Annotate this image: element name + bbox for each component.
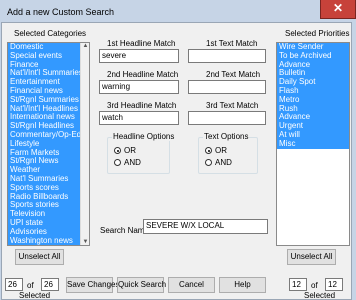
scroll-down-icon[interactable]: ▼ — [82, 239, 89, 245]
unselect-all-priorities-button[interactable]: Unselect All — [287, 249, 336, 265]
text-or-radio[interactable]: OR — [205, 146, 227, 155]
text-1-input[interactable] — [188, 49, 266, 63]
selected-categories-label: Selected Categories — [14, 29, 87, 38]
headline-2-label: 2nd Headline Match — [107, 70, 179, 79]
categories-selected-count: 26 — [5, 278, 23, 291]
radio-unchecked-icon — [205, 159, 212, 167]
radio-checked-icon — [114, 147, 121, 155]
dialog-client-area: Selected Categories Domestic Special even… — [1, 22, 352, 300]
priorities-selected-caption: Selected — [304, 291, 336, 300]
headline-and-radio[interactable]: AND — [114, 158, 141, 167]
categories-listbox[interactable]: Domestic Special events Finance Nat'l/Int'l… — [7, 42, 90, 246]
window-title: Add a new Custom Search — [7, 7, 115, 17]
text-3-input[interactable] — [188, 111, 266, 125]
text-3-label: 3rd Text Match — [206, 101, 259, 110]
priorities-total-count: 12 — [325, 278, 343, 291]
text-2-input[interactable] — [188, 80, 266, 94]
categories-scrollbar[interactable]: ▲ ▼ — [80, 43, 89, 245]
headline-1-label: 1st Headline Match — [107, 39, 176, 48]
save-changes-button[interactable]: Save Changes — [66, 277, 119, 293]
headline-options-group: Headline Options OR AND — [107, 132, 176, 174]
text-or-label: OR — [215, 146, 227, 155]
help-button[interactable]: Help — [219, 277, 266, 293]
scroll-up-icon[interactable]: ▲ — [82, 43, 89, 49]
headline-2-input[interactable]: warning — [99, 80, 179, 94]
text-options-group: Text Options OR AND — [198, 132, 258, 174]
title-bar[interactable]: Add a new Custom Search ✕ — [0, 0, 356, 22]
headline-or-label: OR — [124, 146, 136, 155]
search-name-label: Search Name — [100, 226, 149, 235]
headline-or-radio[interactable]: OR — [114, 146, 136, 155]
headline-3-label: 3rd Headline Match — [107, 101, 177, 110]
categories-selected-caption: Selected — [19, 291, 51, 300]
close-button[interactable]: ✕ — [320, 0, 356, 19]
priorities-listbox[interactable]: Wire Sender To be Archived Advance Bulletin… — [276, 42, 350, 246]
headline-1-input[interactable]: severe — [99, 49, 179, 63]
categories-of-label: of — [27, 281, 34, 290]
priorities-selected-count: 12 — [289, 278, 307, 291]
category-list-item[interactable]: Unused — [10, 245, 38, 246]
headline-and-label: AND — [124, 158, 141, 167]
text-and-label: AND — [215, 158, 232, 167]
headline-3-input[interactable]: watch — [99, 111, 179, 125]
dialog-window: Add a new Custom Search ✕ Selected Categ… — [0, 0, 356, 300]
unselect-all-categories-button[interactable]: Unselect All — [15, 249, 64, 265]
search-name-input[interactable]: SEVERE W/X LOCAL — [143, 219, 268, 234]
priorities-of-label: of — [311, 281, 318, 290]
text-and-radio[interactable]: AND — [205, 158, 232, 167]
text-options-title: Text Options — [203, 132, 250, 141]
quick-search-button[interactable]: Quick Search — [117, 277, 166, 293]
close-icon: ✕ — [332, 1, 344, 15]
categories-total-count: 26 — [41, 278, 59, 291]
radio-unchecked-icon — [114, 159, 121, 167]
selected-priorities-label: Selected Priorities — [285, 29, 350, 38]
priority-list-item[interactable]: Misc — [277, 139, 349, 149]
cancel-button[interactable]: Cancel — [168, 277, 215, 293]
text-1-label: 1st Text Match — [206, 39, 258, 48]
text-2-label: 2nd Text Match — [206, 70, 261, 79]
radio-checked-icon — [205, 147, 212, 155]
headline-options-title: Headline Options — [112, 132, 176, 141]
